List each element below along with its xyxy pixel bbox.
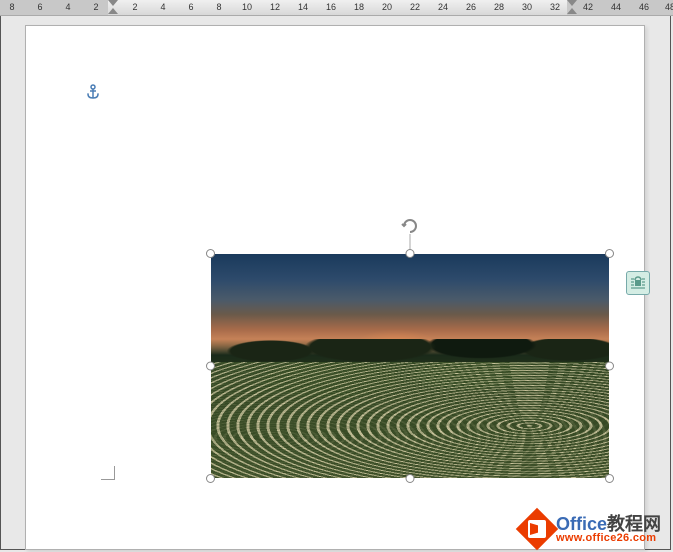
ruler-tick: 8 [216, 2, 221, 12]
layout-options-button[interactable] [626, 271, 650, 295]
resize-handle-middle-left[interactable] [206, 362, 215, 371]
ruler-tick: 4 [65, 2, 70, 12]
ruler-tick: 6 [37, 2, 42, 12]
ruler-tick: 26 [466, 2, 476, 12]
right-indent-marker[interactable] [567, 0, 577, 14]
ruler-tick: 24 [438, 2, 448, 12]
resize-handle-top-middle[interactable] [406, 249, 415, 258]
office-logo-icon [516, 508, 558, 550]
margin-corner-mark [101, 466, 115, 480]
resize-handle-bottom-left[interactable] [206, 474, 215, 483]
ruler-tick: 10 [242, 2, 252, 12]
landscape-photo[interactable] [211, 254, 609, 478]
ruler-tick: 30 [522, 2, 532, 12]
watermark-brand: Office教程网 [556, 515, 661, 533]
resize-handle-middle-right[interactable] [605, 362, 614, 371]
object-anchor-icon[interactable] [86, 84, 100, 100]
resize-handle-top-left[interactable] [206, 249, 215, 258]
ruler-tick: 20 [382, 2, 392, 12]
ruler-tick: 22 [410, 2, 420, 12]
ruler-tick: 32 [550, 2, 560, 12]
ruler-tick: 28 [494, 2, 504, 12]
ruler-tick: 16 [326, 2, 336, 12]
left-indent-marker[interactable] [108, 0, 118, 14]
resize-handle-bottom-right[interactable] [605, 474, 614, 483]
ruler-tick: 48 [665, 2, 673, 12]
ruler-tick: 18 [354, 2, 364, 12]
watermark-url: www.office26.com [556, 533, 661, 544]
watermark: Office教程网 www.office26.com [522, 514, 661, 544]
ruler-tick: 2 [93, 2, 98, 12]
ruler-tick: 42 [583, 2, 593, 12]
ruler-tick: 2 [132, 2, 137, 12]
horizontal-ruler[interactable]: 8 6 4 2 2 4 6 8 10 12 14 16 18 20 22 24 … [0, 0, 673, 16]
ruler-tick: 46 [639, 2, 649, 12]
ruler-tick: 12 [270, 2, 280, 12]
resize-handle-bottom-middle[interactable] [406, 474, 415, 483]
document-page[interactable] [25, 25, 645, 550]
resize-handle-top-right[interactable] [605, 249, 614, 258]
rotation-handle-icon[interactable] [400, 216, 420, 236]
ruler-tick: 6 [188, 2, 193, 12]
inserted-image-selection[interactable] [211, 254, 609, 478]
ruler-tick: 44 [611, 2, 621, 12]
ruler-tick: 4 [160, 2, 165, 12]
ruler-tick: 14 [298, 2, 308, 12]
ruler-tick: 8 [9, 2, 14, 12]
